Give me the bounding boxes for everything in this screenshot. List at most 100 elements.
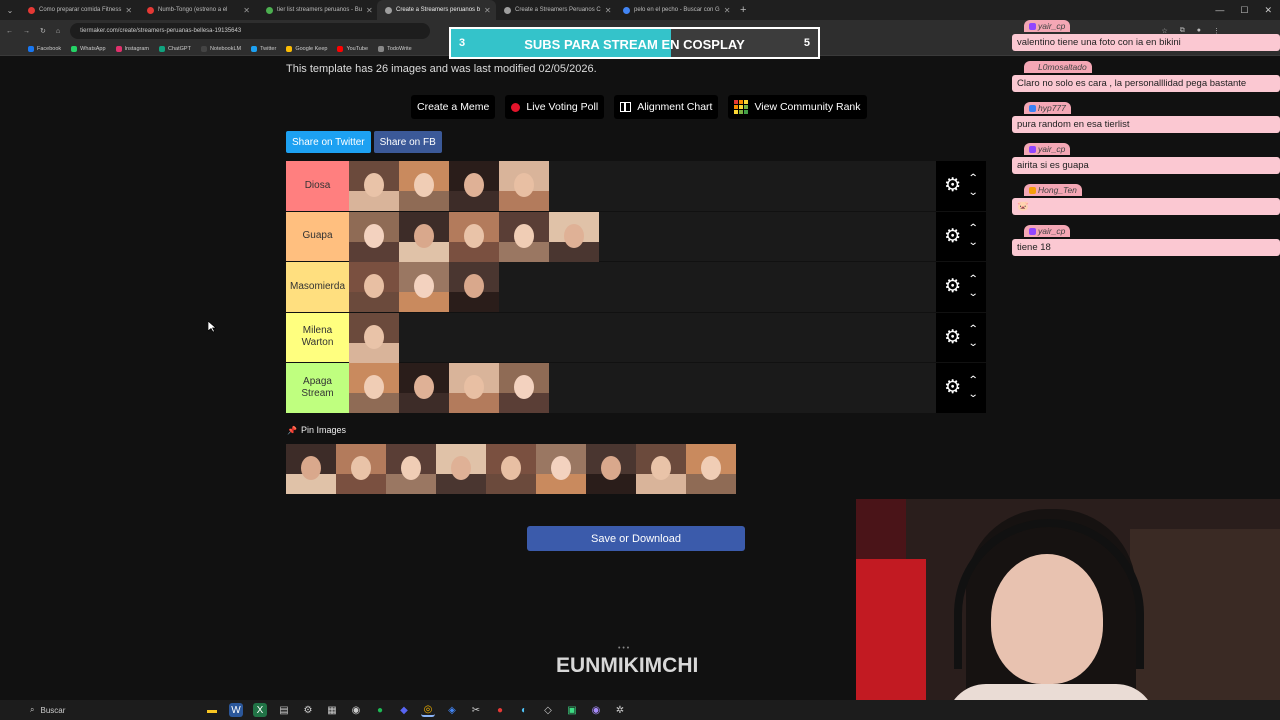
tier-image[interactable] [499, 161, 549, 211]
unranked-image[interactable] [486, 444, 536, 494]
tier-image[interactable] [399, 363, 449, 413]
chevron-up-icon[interactable]: ⌃ [968, 222, 979, 236]
unranked-image[interactable] [436, 444, 486, 494]
tier-image[interactable] [399, 211, 449, 262]
unranked-image[interactable] [386, 444, 436, 494]
tier-image[interactable] [399, 262, 449, 312]
tier-image[interactable] [449, 363, 499, 413]
unranked-image[interactable] [286, 444, 336, 494]
bookmark-item[interactable]: Facebook [28, 45, 61, 52]
save-download-button[interactable]: Save or Download [527, 526, 745, 551]
new-tab-button[interactable]: + [734, 4, 752, 16]
tier-image[interactable] [499, 211, 549, 262]
spotify-icon[interactable]: ● [373, 703, 387, 717]
chevron-down-icon[interactable]: ⌄ [968, 236, 979, 250]
share-facebook-button[interactable]: Share on FB [373, 131, 442, 153]
tab-close-icon[interactable]: ✕ [724, 6, 731, 15]
chevron-down-icon[interactable]: ⌄ [968, 186, 979, 200]
gear-icon[interactable]: ⚙ [944, 378, 961, 397]
close-window-icon[interactable]: ✕ [1264, 5, 1272, 16]
calculator-icon[interactable]: ▦ [325, 703, 339, 717]
chevron-up-icon[interactable]: ⌃ [968, 172, 979, 186]
taskbar-search[interactable]: ⌕ Buscar [30, 705, 170, 715]
bookmark-item[interactable]: TodoWrite [378, 45, 412, 52]
bookmark-item[interactable]: Twitter [251, 45, 276, 52]
tool-icon[interactable]: ◇ [541, 703, 555, 717]
alignment-chart-button[interactable]: Alignment Chart [614, 95, 719, 119]
obs-icon[interactable]: ◉ [589, 703, 603, 717]
tier-image[interactable] [449, 262, 499, 312]
bookmark-item[interactable]: Google Keep [286, 45, 327, 52]
unranked-image[interactable] [686, 444, 736, 494]
tier-image[interactable] [399, 161, 449, 211]
community-rank-button[interactable]: View Community Rank [728, 95, 867, 119]
bookmark-item[interactable]: NotebookLM [200, 45, 241, 52]
tier-image[interactable] [499, 363, 549, 413]
share-twitter-button[interactable]: Share on Twitter [286, 131, 371, 153]
chevron-up-icon[interactable]: ⌃ [968, 374, 979, 388]
tier-image[interactable] [449, 161, 499, 211]
url-field[interactable]: tiermaker.com/create/streamers-peruanas-… [70, 23, 431, 39]
discord-icon[interactable]: ◆ [397, 703, 411, 717]
tier-label[interactable]: Milena Warton [286, 312, 349, 362]
tier-label[interactable]: Masomierda [286, 262, 349, 312]
chevron-down-icon[interactable]: ⌄ [968, 388, 979, 402]
app-icon[interactable]: ◈ [445, 703, 459, 717]
bookmark-item[interactable]: WhatsApp [71, 45, 106, 52]
reload-icon[interactable]: ↻ [40, 27, 46, 35]
tier-images[interactable] [349, 262, 936, 312]
gear-icon[interactable]: ✲ [613, 703, 627, 717]
tier-images[interactable] [349, 211, 936, 262]
tab-list-icon[interactable]: ⌄ [0, 6, 20, 15]
unranked-image[interactable] [636, 444, 686, 494]
tier-images[interactable] [349, 161, 936, 211]
home-icon[interactable]: ⌂ [56, 28, 60, 35]
bookmark-item[interactable]: YouTube [337, 45, 368, 52]
tab-close-icon[interactable]: ✕ [484, 6, 491, 15]
tier-image[interactable] [449, 211, 499, 262]
unranked-image[interactable] [536, 444, 586, 494]
chrome-icon[interactable]: ◎ [421, 703, 435, 717]
explorer-icon[interactable]: ▬ [205, 703, 219, 717]
tier-image[interactable] [349, 312, 399, 363]
tier-label[interactable]: Diosa [286, 161, 349, 211]
browser-tab[interactable]: Create a Streamers Peruanos C ✕ [496, 0, 615, 20]
tab-close-icon[interactable]: ✕ [125, 6, 132, 15]
chevron-up-icon[interactable]: ⌃ [968, 273, 979, 287]
notepad-icon[interactable]: ▤ [277, 703, 291, 717]
steam-icon[interactable]: ◉ [349, 703, 363, 717]
gear-icon[interactable]: ⚙ [944, 328, 961, 347]
gear-icon[interactable]: ⚙ [944, 176, 961, 195]
capcut-icon[interactable]: ✂ [469, 703, 483, 717]
tier-image[interactable] [349, 161, 399, 211]
settings-icon[interactable]: ⚙ [301, 703, 315, 717]
bookmark-item[interactable]: ChatGPT [159, 45, 191, 52]
bookmark-item[interactable]: Instagram [115, 45, 149, 52]
tier-image[interactable] [349, 262, 399, 312]
word-icon[interactable]: W [229, 703, 243, 717]
browser-tab[interactable]: tier list streamers peruanos - Bu ✕ [258, 0, 377, 20]
browser-tab[interactable]: Numb-Tongo (estreno a el ✕ [139, 0, 258, 20]
chevron-up-icon[interactable]: ⌃ [968, 323, 979, 337]
tier-images[interactable] [349, 312, 936, 363]
recorder-icon[interactable]: ● [493, 703, 507, 717]
unranked-image[interactable] [586, 444, 636, 494]
browser-tab[interactable]: Create a Streamers peruanos b ✕ [377, 0, 496, 20]
back-icon[interactable]: ← [6, 28, 13, 35]
media-icon[interactable]: ▣ [565, 703, 579, 717]
browser-tab[interactable]: Como preparar comida Fitness ✕ [20, 0, 139, 20]
tab-close-icon[interactable]: ✕ [366, 6, 373, 15]
browser2-icon[interactable]: ◐ [517, 703, 531, 717]
forward-icon[interactable]: → [23, 28, 30, 35]
maximize-icon[interactable]: ☐ [1240, 5, 1248, 16]
create-meme-button[interactable]: Create a Meme [411, 95, 496, 119]
chevron-down-icon[interactable]: ⌄ [968, 337, 979, 351]
tier-image[interactable] [349, 211, 399, 262]
pin-images-toggle[interactable]: 📌 Pin Images [287, 425, 346, 435]
tier-image[interactable] [349, 363, 399, 413]
excel-icon[interactable]: X [253, 703, 267, 717]
unranked-image[interactable] [336, 444, 386, 494]
tier-images[interactable] [349, 363, 936, 413]
tier-label[interactable]: Guapa [286, 211, 349, 261]
browser-tab[interactable]: pelo en el pecho - Buscar con G ✕ [615, 0, 734, 20]
